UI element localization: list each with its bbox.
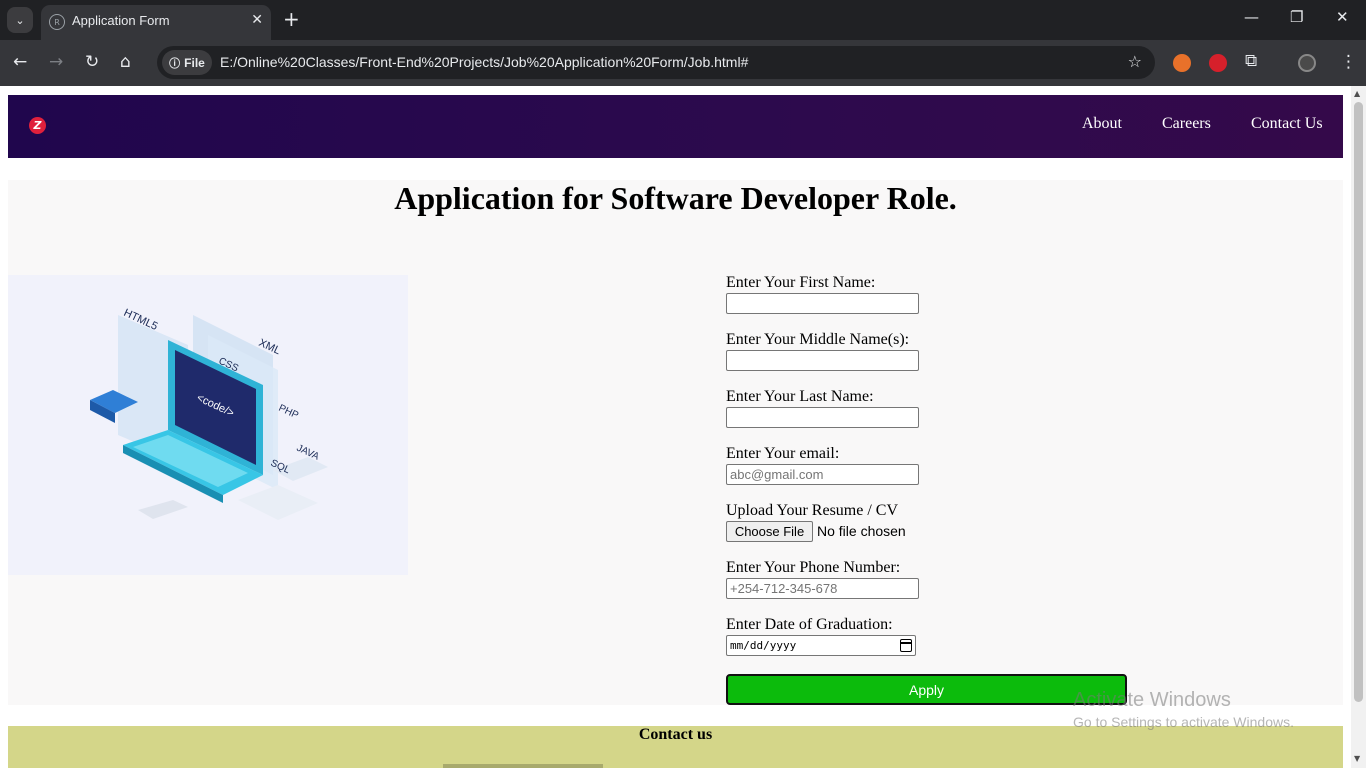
browser-tab[interactable]: R Application Form ✕ [41,5,271,40]
browser-menu-icon[interactable]: ⋮ [1340,52,1357,72]
date-placeholder: mm/dd/yyyy [730,639,797,652]
address-bar[interactable]: ⓘ File E:/Online%20Classes/Front-End%20P… [157,46,1155,79]
back-arrow-icon[interactable]: ← [13,52,27,72]
scroll-down-arrow-icon[interactable]: ▼ [1354,754,1360,763]
middle-name-label: Enter Your Middle Name(s): [726,331,910,348]
tab-favicon-icon: R [49,14,65,30]
restore-icon[interactable]: ❐ [1290,8,1303,26]
page-viewport: Z About Careers Contact Us Application f… [0,86,1366,768]
extension-red-icon[interactable] [1209,54,1227,72]
forward-arrow-icon[interactable]: → [49,52,63,72]
tab-title: Application Form [72,13,170,28]
first-name-label: Enter Your First Name: [726,274,876,291]
file-status-text: No file chosen [817,523,906,539]
reload-icon[interactable]: ↻ [85,52,99,72]
new-tab-plus-icon[interactable]: + [283,8,300,30]
choose-file-button[interactable]: Choose File [726,521,813,542]
bookmark-star-icon[interactable]: ☆ [1128,52,1142,71]
developer-laptop-illustration: HTML5 CSS XML PHP JAVA SQL <code/> [8,275,408,575]
brand-logo-icon[interactable]: Z [29,117,46,134]
horizontal-scrollbar-thumb[interactable] [443,764,603,768]
graduation-date-input[interactable]: mm/dd/yyyy [726,635,916,656]
application-section: Application for Software Developer Role. [8,180,1343,705]
tab-close-icon[interactable]: ✕ [251,12,263,28]
last-name-label: Enter Your Last Name: [726,388,874,405]
url-text[interactable]: E:/Online%20Classes/Front-End%20Projects… [220,54,748,70]
profile-avatar[interactable] [1298,54,1316,72]
email-label: Enter Your email: [726,445,840,462]
first-name-input[interactable] [726,293,919,314]
vertical-scrollbar[interactable]: ▲ ▼ [1351,86,1366,768]
window-close-icon[interactable]: ✕ [1336,8,1349,26]
calendar-icon[interactable] [900,639,912,652]
graduation-date-label: Enter Date of Graduation: [726,616,893,633]
middle-name-input[interactable] [726,350,919,371]
nav-link-contact-us[interactable]: Contact Us [1251,115,1323,133]
extension-orange-icon[interactable] [1173,54,1191,72]
extensions-puzzle-icon[interactable]: ⧉ [1245,51,1257,71]
minimize-icon[interactable]: — [1244,8,1259,26]
apply-button[interactable]: Apply [726,674,1127,705]
activate-windows-subtitle: Go to Settings to activate Windows. [1073,714,1294,730]
nav-link-careers[interactable]: Careers [1162,115,1211,133]
info-icon: ⓘ [169,56,181,70]
page-title: Application for Software Developer Role. [394,180,957,216]
activate-windows-title: Activate Windows [1073,689,1231,711]
footer-contact: Contact us [8,726,1343,768]
browser-toolbar: ← → ↻ ⌂ ⓘ File E:/Online%20Classes/Front… [0,40,1366,86]
home-icon[interactable]: ⌂ [120,52,131,72]
email-input[interactable] [726,464,919,485]
site-info-chip[interactable]: ⓘ File [162,50,212,75]
hero-label-php: PHP [277,403,301,422]
site-chip-label: File [184,55,205,70]
scroll-up-arrow-icon[interactable]: ▲ [1354,89,1360,98]
resume-label: Upload Your Resume / CV [726,502,899,519]
last-name-input[interactable] [726,407,919,428]
nav-link-about[interactable]: About [1082,115,1122,133]
phone-label: Enter Your Phone Number: [726,559,901,576]
site-navbar: Z About Careers Contact Us [8,95,1343,158]
phone-input[interactable] [726,578,919,599]
browser-tab-bar: ⌄ R Application Form ✕ + — ❐ ✕ [0,0,1366,40]
scrollbar-thumb[interactable] [1354,102,1363,702]
tab-search-chevron-icon[interactable]: ⌄ [7,7,33,33]
